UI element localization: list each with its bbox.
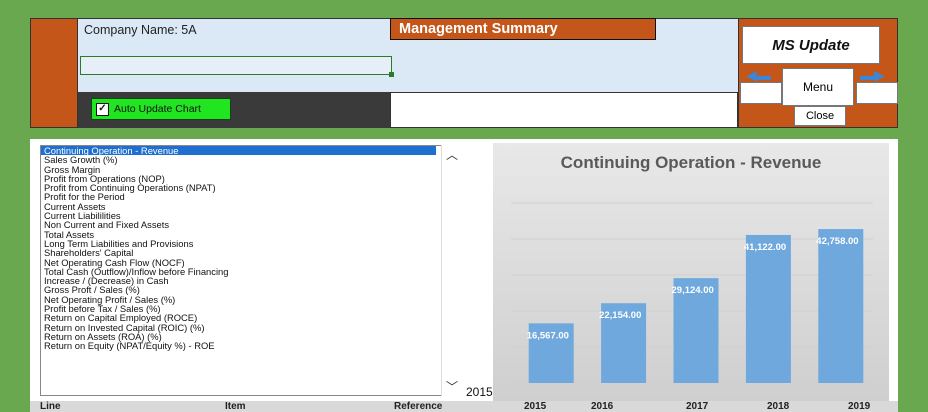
menu-button[interactable]: Menu <box>782 68 854 106</box>
list-item[interactable]: Return on Equity (NPAT/Equity %) - ROE <box>44 341 462 351</box>
col-reference: Reference <box>394 401 443 412</box>
bar-chart: 16,567.00 22,154.00 29,124.00 41,122.00 42,7… <box>511 202 873 384</box>
orange-side-block <box>30 18 78 128</box>
list-item[interactable]: Profit for the Period <box>44 192 462 202</box>
arrow-right-icon[interactable]: ▬▶ <box>860 67 885 84</box>
auto-update-checkbox[interactable]: ✓ Auto Update Chart <box>91 98 231 120</box>
page-title: Management Summary <box>390 18 656 40</box>
bar <box>745 234 791 383</box>
data-label: 16,567.00 <box>527 330 569 341</box>
ms-update-button[interactable]: MS Update <box>742 26 880 64</box>
data-label: 22,154.00 <box>599 310 641 321</box>
col-item: Item <box>225 401 246 412</box>
scroll-up-icon[interactable]: ︿ <box>442 146 462 163</box>
list-item[interactable]: Sales Growth (%) <box>44 155 462 165</box>
col-year: 2019 <box>848 401 871 412</box>
table-header: Line Item Reference 2015 2016 2017 2018 … <box>30 401 898 412</box>
data-label: 29,124.00 <box>672 285 714 296</box>
data-label: 42,758.00 <box>816 236 858 247</box>
metric-listbox[interactable]: Continuing Operation - Revenue Sales Grow… <box>40 145 463 396</box>
data-label: 41,122.00 <box>744 242 786 253</box>
company-name-label: Company Name: 5A <box>84 23 197 37</box>
metric-list: Continuing Operation - Revenue Sales Grow… <box>41 146 462 351</box>
scroll-down-icon[interactable]: ﹀ <box>442 378 462 395</box>
nav-right-box <box>856 82 898 104</box>
listbox-scrollbar[interactable] <box>441 145 463 396</box>
close-button[interactable]: Close <box>794 106 846 126</box>
arrow-left-icon[interactable]: ◀▬ <box>746 67 771 84</box>
year-label: 2015 <box>466 385 493 399</box>
col-year: 2018 <box>767 401 790 412</box>
col-line: Line <box>40 401 61 412</box>
auto-update-label: Auto Update Chart <box>114 103 201 115</box>
col-year: 2017 <box>686 401 709 412</box>
col-year: 2015 <box>524 401 547 412</box>
col-year: 2016 <box>591 401 614 412</box>
checkbox-checked-icon[interactable]: ✓ <box>96 102 109 116</box>
nav-left-box <box>740 82 782 104</box>
bar <box>818 229 864 383</box>
blank-cell <box>390 92 738 128</box>
list-item[interactable]: Non Current and Fixed Assets <box>44 220 462 230</box>
selected-cell-input[interactable] <box>80 56 394 77</box>
